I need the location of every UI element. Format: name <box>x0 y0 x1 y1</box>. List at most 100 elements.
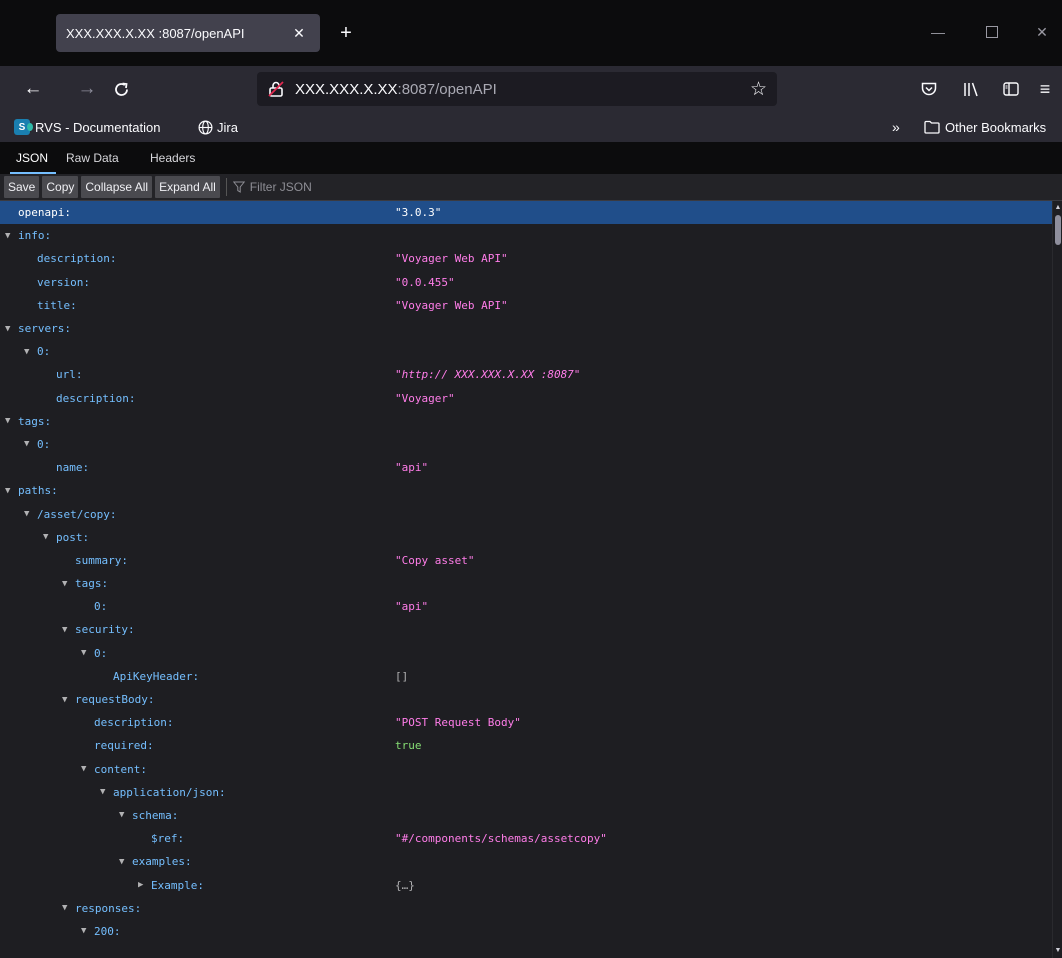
collapsed-twisty-icon[interactable]: ▶ <box>138 880 148 890</box>
collapse-all-button[interactable]: Collapse All <box>81 176 153 198</box>
expanded-twisty-icon[interactable]: ▼ <box>5 324 15 334</box>
tree-row[interactable]: ▶ Example: {…} <box>0 873 1052 896</box>
tree-row[interactable]: description: "POST Request Body" <box>0 711 1052 734</box>
tree-row[interactable]: ▼ content: <box>0 758 1052 781</box>
scroll-down-arrow-icon[interactable]: ▼ <box>1054 947 1062 955</box>
expanded-twisty-icon[interactable]: ▼ <box>62 625 72 635</box>
json-viewer-toolbar: Save Copy Collapse All Expand All Filter… <box>0 174 1062 201</box>
tree-row[interactable]: version: "0.0.455" <box>0 271 1052 294</box>
tree-row[interactable]: ▼ paths: <box>0 479 1052 502</box>
bookmark-rvs-documentation[interactable]: S RVS - Documentation <box>14 116 161 138</box>
tab-raw-data[interactable]: Raw Data <box>66 142 119 174</box>
maximize-icon[interactable] <box>982 22 1002 42</box>
minimize-icon[interactable]: — <box>928 22 948 42</box>
tree-key-label: description: <box>37 252 117 266</box>
hamburger-menu-icon[interactable]: ≡ <box>1034 78 1056 100</box>
bookmark-label: RVS - Documentation <box>35 119 161 135</box>
tree-row[interactable]: ▼ security: <box>0 618 1052 641</box>
tab-close-icon[interactable]: ✕ <box>288 22 310 44</box>
tree-key: summary: <box>75 549 128 572</box>
tree-row[interactable]: title: "Voyager Web API" <box>0 294 1052 317</box>
tree-row[interactable]: ▼ post: <box>0 526 1052 549</box>
tree-row[interactable]: ▼ servers: <box>0 317 1052 340</box>
address-bar[interactable]: XXX.XXX.X.XX :8087/openAPI ☆ <box>257 72 777 106</box>
window-close-icon[interactable]: ✕ <box>1032 22 1052 42</box>
expanded-twisty-icon[interactable]: ▼ <box>81 648 91 658</box>
reload-icon[interactable] <box>108 76 134 102</box>
back-arrow-icon[interactable]: ← <box>20 76 46 102</box>
toolbar-divider <box>225 178 227 196</box>
tree-key-label: info: <box>18 229 52 243</box>
tree-key: ▼ security: <box>62 618 135 641</box>
tree-key: ▼ post: <box>43 526 89 549</box>
tree-row[interactable]: ▼ schema: <box>0 804 1052 827</box>
tree-key: ▼ 200: <box>81 920 121 943</box>
expanded-twisty-icon[interactable]: ▼ <box>62 695 72 705</box>
tree-row[interactable]: ApiKeyHeader: [] <box>0 665 1052 688</box>
tree-row[interactable]: required: true <box>0 734 1052 757</box>
expanded-twisty-icon[interactable]: ▼ <box>81 926 91 936</box>
tree-row[interactable]: description: "Voyager" <box>0 387 1052 410</box>
browser-tab[interactable]: XXX.XXX.X.XX :8087/openAPI ✕ <box>56 14 320 52</box>
expanded-twisty-icon[interactable]: ▼ <box>24 509 34 519</box>
expanded-twisty-icon[interactable]: ▼ <box>5 416 15 426</box>
tree-row[interactable]: ▼ tags: <box>0 572 1052 595</box>
expanded-twisty-icon[interactable]: ▼ <box>5 231 15 241</box>
tree-row[interactable]: ▼ 0: <box>0 433 1052 456</box>
expanded-twisty-icon[interactable]: ▼ <box>5 486 15 496</box>
sidebar-icon[interactable] <box>1000 78 1022 100</box>
expanded-twisty-icon[interactable]: ▼ <box>119 857 129 867</box>
new-tab-icon[interactable]: + <box>333 20 359 46</box>
expanded-twisty-icon[interactable]: ▼ <box>43 532 53 542</box>
tree-key: description: <box>37 247 116 270</box>
tree-row[interactable]: name: "api" <box>0 456 1052 479</box>
expanded-twisty-icon[interactable]: ▼ <box>62 579 72 589</box>
tree-row[interactable]: $ref: "#/components/schemas/assetcopy" <box>0 827 1052 850</box>
folder-icon <box>924 120 940 134</box>
tree-key-label: 0: <box>94 600 108 614</box>
library-icon[interactable] <box>960 78 982 100</box>
tree-value: "Voyager Web API" <box>395 252 508 266</box>
tree-key-label: Example: <box>151 878 204 892</box>
expanded-twisty-icon[interactable]: ▼ <box>119 810 129 820</box>
tree-row[interactable]: ▼/asset/copy: <box>0 502 1052 525</box>
tree-row[interactable]: ▼ application/json: <box>0 781 1052 804</box>
save-button[interactable]: Save <box>4 176 40 198</box>
pocket-icon[interactable] <box>918 78 940 100</box>
tree-key-label: summary: <box>75 553 128 567</box>
tree-row[interactable]: summary: "Copy asset" <box>0 549 1052 572</box>
tree-row[interactable]: description: "Voyager Web API" <box>0 247 1052 270</box>
filter-json-input[interactable]: Filter JSON <box>232 180 312 194</box>
tree-key-label: ApiKeyHeader: <box>113 669 200 683</box>
expanded-twisty-icon[interactable]: ▼ <box>24 347 34 357</box>
bookmark-star-icon[interactable]: ☆ <box>750 78 767 101</box>
tree-row[interactable]: ▼ responses: <box>0 897 1052 920</box>
tree-row[interactable]: ▼ tags: <box>0 410 1052 433</box>
bookmarks-overflow-chevron-icon[interactable]: » <box>892 116 900 138</box>
expand-all-button[interactable]: Expand All <box>155 176 220 198</box>
tree-row[interactable]: ▼ 0: <box>0 642 1052 665</box>
tree-row[interactable]: ▼ 0: <box>0 340 1052 363</box>
tab-json[interactable]: JSON <box>9 142 57 174</box>
expanded-twisty-icon[interactable]: ▼ <box>100 787 110 797</box>
tree-row[interactable]: ▼ 200: <box>0 920 1052 943</box>
tree-row[interactable]: 0: "api" <box>0 595 1052 618</box>
other-bookmarks-folder[interactable]: Other Bookmarks <box>924 116 1046 138</box>
tree-row[interactable]: openapi: "3.0.3" <box>0 201 1052 225</box>
scrollbar-thumb[interactable] <box>1055 215 1061 245</box>
insecure-lock-icon[interactable] <box>265 78 287 100</box>
tree-row[interactable]: ▼ info: <box>0 224 1052 247</box>
expanded-twisty-icon[interactable]: ▼ <box>81 764 91 774</box>
expanded-twisty-icon[interactable]: ▼ <box>24 439 34 449</box>
tree-row[interactable]: ▼ requestBody: <box>0 688 1052 711</box>
vertical-scrollbar[interactable]: ▲ ▼ <box>1052 201 1062 958</box>
expanded-twisty-icon[interactable]: ▼ <box>62 903 72 913</box>
tree-row[interactable]: url: "http:// XXX.XXX.X.XX :8087" <box>0 363 1052 386</box>
scroll-up-arrow-icon[interactable]: ▲ <box>1054 204 1062 212</box>
tree-row[interactable]: ▼ examples: <box>0 850 1052 873</box>
forward-arrow-icon[interactable]: → <box>74 76 100 102</box>
tab-headers[interactable]: Headers <box>150 142 195 174</box>
copy-button[interactable]: Copy <box>42 176 79 198</box>
tree-key: title: <box>37 294 77 317</box>
bookmark-jira[interactable]: Jira <box>198 116 238 138</box>
